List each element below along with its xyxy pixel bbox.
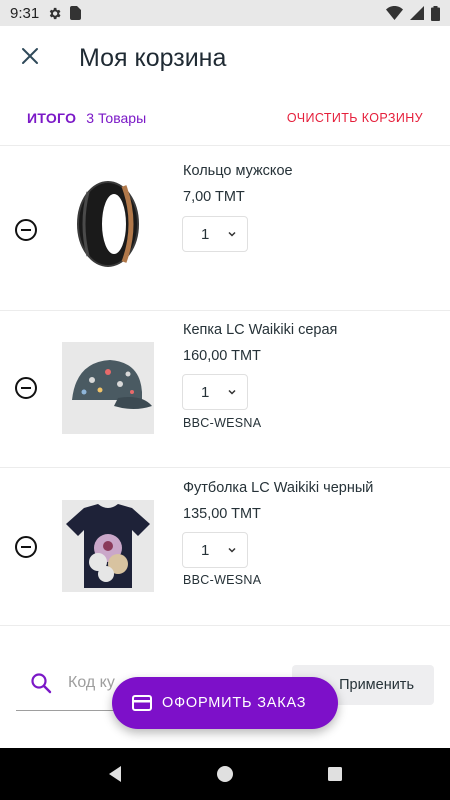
cap-image[interactable] — [62, 342, 154, 434]
system-nav-bar — [0, 748, 450, 800]
quantity-dropdown[interactable]: 1 — [182, 216, 248, 252]
search-icon — [30, 672, 52, 699]
item-price: 7,00 TMT — [183, 189, 245, 205]
divider — [0, 467, 450, 468]
status-bar: 9:31 — [0, 0, 450, 26]
gear-icon — [47, 6, 62, 21]
signal-icon — [410, 6, 424, 20]
app-bar: Моя корзина — [0, 26, 450, 90]
item-name[interactable]: Кепка LC Waikiki серая — [183, 322, 337, 338]
quantity-dropdown[interactable]: 1 — [182, 374, 248, 410]
cart-item: Кепка LC Waikiki серая 160,00 TMT 1 BBC-… — [0, 311, 450, 469]
item-sku: BBC-WESNA — [183, 573, 262, 587]
total-label: ИТОГО — [27, 110, 77, 126]
ring-image[interactable] — [62, 178, 154, 270]
cart-item: Футболка LC Waikiki черный 135,00 TMT 1 … — [0, 469, 450, 627]
wifi-icon — [386, 6, 403, 20]
checkout-label: ОФОРМИТЬ ЗАКАЗ — [162, 695, 307, 711]
item-name[interactable]: Кольцо мужское — [183, 163, 293, 179]
clear-cart-button[interactable]: ОЧИСТИТЬ КОРЗИНУ — [287, 111, 423, 125]
back-button[interactable] — [95, 754, 135, 794]
status-time: 9:31 — [10, 4, 40, 22]
chevron-down-icon — [228, 389, 236, 395]
minus-circle-icon — [15, 377, 37, 399]
cart-summary: ИТОГО 3 Товары ОЧИСТИТЬ КОРЗИНУ — [0, 100, 450, 136]
quantity-dropdown[interactable]: 1 — [182, 532, 248, 568]
close-icon — [21, 47, 39, 70]
credit-card-icon — [132, 695, 152, 711]
item-name[interactable]: Футболка LC Waikiki черный — [183, 480, 373, 496]
battery-icon — [431, 5, 440, 21]
recents-square-icon — [328, 767, 342, 781]
quantity-value: 1 — [201, 541, 210, 559]
tshirt-image[interactable] — [62, 500, 154, 592]
cart-item: Кольцо мужское 7,00 TMT 1 — [0, 152, 450, 310]
item-price: 160,00 TMT — [183, 348, 261, 364]
sim-card-icon — [70, 6, 82, 20]
item-price: 135,00 TMT — [183, 506, 261, 522]
home-circle-icon — [217, 766, 233, 782]
close-button[interactable] — [0, 26, 60, 90]
remove-item-button[interactable] — [14, 376, 38, 400]
back-triangle-icon — [109, 766, 121, 782]
minus-circle-icon — [15, 219, 37, 241]
checkout-button[interactable]: ОФОРМИТЬ ЗАКАЗ — [112, 677, 338, 729]
quantity-value: 1 — [201, 383, 210, 401]
page-title: Моя корзина — [79, 43, 227, 72]
divider — [0, 625, 450, 626]
remove-item-button[interactable] — [14, 535, 38, 559]
home-button[interactable] — [205, 754, 245, 794]
remove-item-button[interactable] — [14, 218, 38, 242]
divider — [0, 145, 450, 146]
recents-button[interactable] — [315, 754, 355, 794]
minus-circle-icon — [15, 536, 37, 558]
chevron-down-icon — [228, 231, 236, 237]
item-sku: BBC-WESNA — [183, 416, 262, 430]
quantity-value: 1 — [201, 225, 210, 243]
chevron-down-icon — [228, 547, 236, 553]
items-count: 3 Товары — [86, 110, 147, 126]
